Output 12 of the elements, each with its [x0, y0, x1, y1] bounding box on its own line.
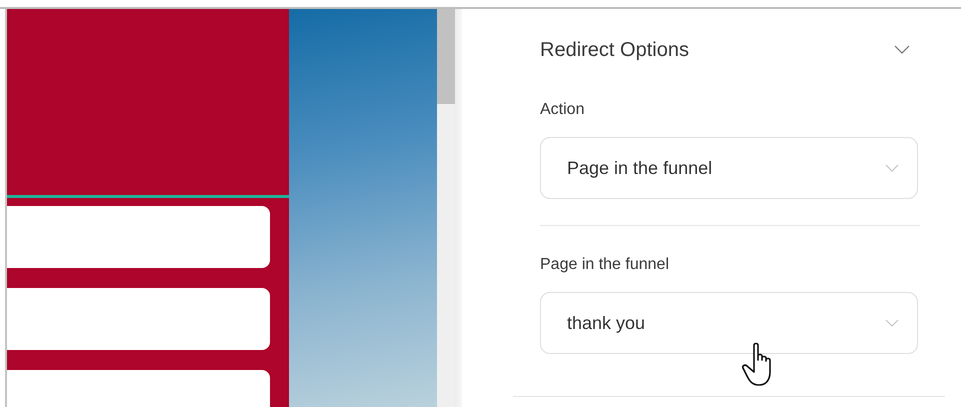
- field-label: Page in the funnel: [540, 256, 670, 275]
- field-label: Action: [540, 101, 586, 120]
- section-title: Redirect Options: [540, 38, 689, 62]
- chevron-icon: [885, 164, 899, 172]
- dropdown[interactable]: thank you: [540, 292, 918, 354]
- input-field[interactable]: [7, 206, 270, 268]
- scrollbar[interactable]: [437, 9, 455, 407]
- scrollbar-thumb[interactable]: [437, 9, 455, 104]
- dropdown[interactable]: Page in the funnel: [540, 137, 918, 199]
- chevron-icon: [885, 319, 899, 327]
- chevron-icon[interactable]: [894, 45, 910, 55]
- input-field[interactable]: [7, 288, 270, 350]
